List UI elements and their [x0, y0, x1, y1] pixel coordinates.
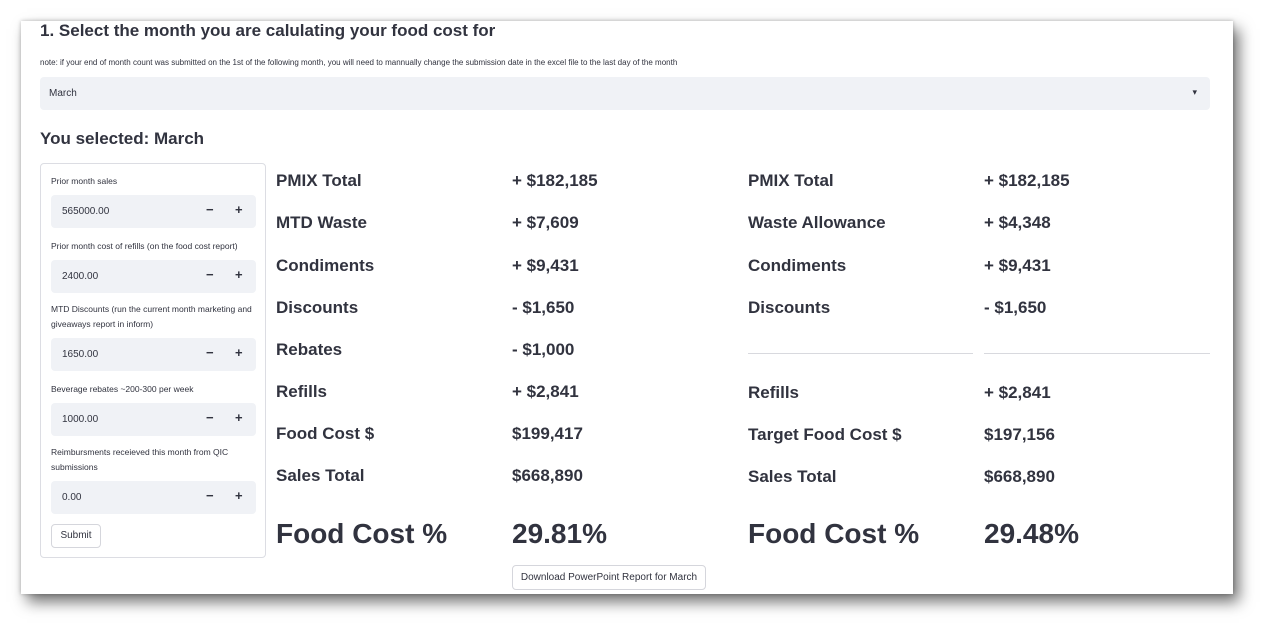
decrement-button[interactable]: −	[206, 267, 214, 282]
actual-label: PMIX Total	[276, 171, 362, 190]
increment-button[interactable]: +	[235, 267, 243, 282]
selected-heading: You selected: March	[40, 129, 205, 148]
month-select[interactable]: March ▾	[40, 77, 1210, 110]
decrement-button[interactable]: −	[206, 345, 214, 360]
target-label: Refills	[748, 383, 800, 402]
target-food-cost-percent-value: 29.48%	[984, 518, 1079, 549]
decrement-button[interactable]: −	[206, 410, 214, 425]
prior-month-refills-value: 2400.00	[62, 271, 99, 282]
increment-button[interactable]: +	[235, 202, 243, 217]
increment-button[interactable]: +	[235, 410, 243, 425]
month-select-value: March	[49, 88, 77, 99]
prior-month-refills-label: Prior month cost of refills (on the food…	[51, 241, 238, 251]
actual-label: Sales Total	[276, 466, 365, 485]
divider	[984, 353, 1210, 354]
beverage-rebates-label: Beverage rebates ~200-300 per week	[51, 384, 194, 394]
actual-label: Refills	[276, 382, 328, 401]
actual-food-cost-percent-value: 29.81%	[512, 518, 607, 549]
decrement-button[interactable]: −	[206, 202, 214, 217]
target-label: Condiments	[748, 256, 847, 275]
target-label: Discounts	[748, 298, 831, 317]
input-form: Prior month sales 565000.00 − + Prior mo…	[40, 163, 266, 558]
actual-value: - $1,000	[512, 340, 575, 359]
app-window: 1. Select the month you are calulating y…	[21, 21, 1233, 594]
increment-button[interactable]: +	[235, 488, 243, 503]
actual-food-cost-percent-label: Food Cost %	[276, 518, 448, 549]
target-label: Waste Allowance	[748, 213, 886, 232]
target-value: + $4,348	[984, 213, 1051, 232]
actual-label: Condiments	[276, 256, 375, 275]
actual-label: MTD Waste	[276, 213, 367, 232]
target-value: - $1,650	[984, 298, 1047, 317]
target-value: $668,890	[984, 467, 1055, 486]
actual-label: Rebates	[276, 340, 343, 359]
actual-value: + $2,841	[512, 382, 579, 401]
mtd-discounts-value: 1650.00	[62, 349, 99, 360]
actual-value: - $1,650	[512, 298, 575, 317]
divider	[748, 353, 973, 354]
prior-month-sales-value: 565000.00	[62, 206, 110, 217]
increment-button[interactable]: +	[235, 345, 243, 360]
actual-value: $668,890	[512, 466, 583, 485]
mtd-discounts-label: MTD Discounts (run the current month mar…	[51, 304, 252, 329]
instruction-note: note: if your end of month count was sub…	[40, 58, 678, 67]
target-food-cost-percent-label: Food Cost %	[748, 518, 920, 549]
download-report-button[interactable]: Download PowerPoint Report for March	[512, 565, 706, 590]
mtd-discounts-input[interactable]: 1650.00 − +	[51, 338, 256, 371]
reimbursements-value: 0.00	[62, 492, 82, 503]
prior-month-sales-input[interactable]: 565000.00 − +	[51, 195, 256, 228]
prior-month-refills-input[interactable]: 2400.00 − +	[51, 260, 256, 293]
beverage-rebates-value: 1000.00	[62, 414, 99, 425]
target-value: + $9,431	[984, 256, 1051, 275]
actual-label: Food Cost $	[276, 424, 375, 443]
actual-value: + $7,609	[512, 213, 579, 232]
target-label: Sales Total	[748, 467, 837, 486]
step-title: 1. Select the month you are calulating y…	[40, 21, 496, 40]
actual-value: $199,417	[512, 424, 583, 443]
target-value: + $2,841	[984, 383, 1051, 402]
target-label: PMIX Total	[748, 171, 834, 190]
submit-button[interactable]: Submit	[51, 524, 101, 548]
target-label: Target Food Cost $	[748, 425, 902, 444]
target-value: + $182,185	[984, 171, 1070, 190]
actual-value: + $9,431	[512, 256, 579, 275]
reimbursements-input[interactable]: 0.00 − +	[51, 481, 256, 514]
chevron-down-icon: ▾	[1192, 87, 1197, 97]
actual-value: + $182,185	[512, 171, 598, 190]
decrement-button[interactable]: −	[206, 488, 214, 503]
prior-month-sales-label: Prior month sales	[51, 176, 118, 186]
actual-label: Discounts	[276, 298, 359, 317]
beverage-rebates-input[interactable]: 1000.00 − +	[51, 403, 256, 436]
target-value: $197,156	[984, 425, 1055, 444]
reimbursements-label: Reimbursments receieved this month from …	[51, 447, 229, 472]
